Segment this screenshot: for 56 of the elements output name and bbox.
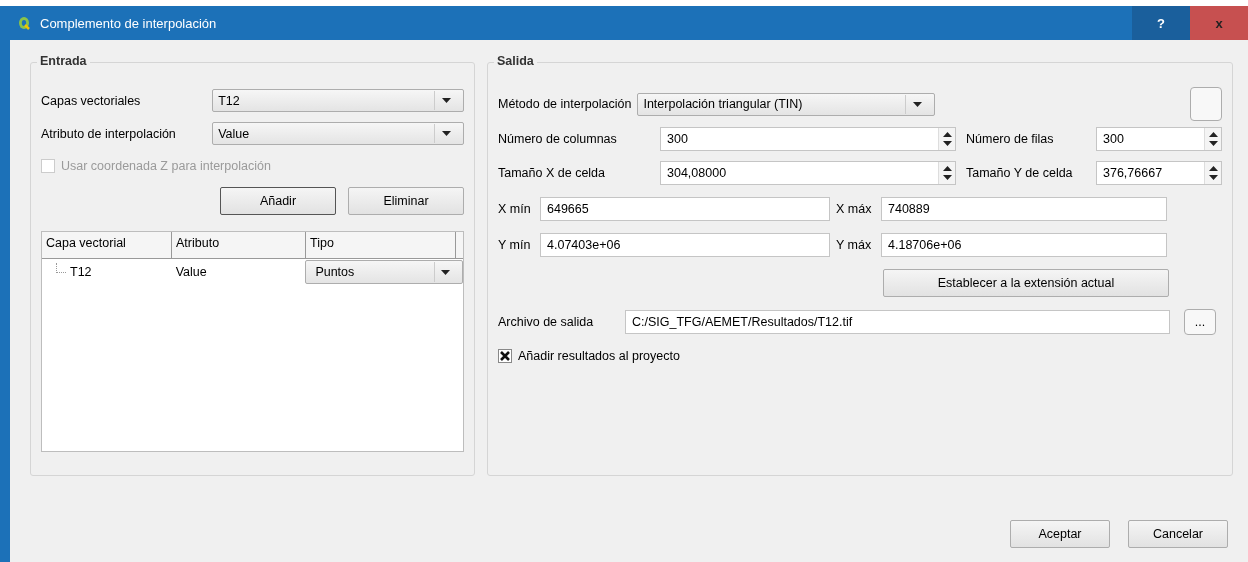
table-cell-text: Value [174, 265, 208, 279]
close-button[interactable]: x [1190, 6, 1248, 40]
field-label: X máx [836, 202, 873, 216]
extent-button[interactable]: Establecer a la extensión actual [883, 269, 1169, 297]
column-header[interactable]: Tipo [306, 232, 456, 258]
cancel-button[interactable]: Cancelar [1128, 520, 1228, 548]
help-button[interactable]: ? [1132, 6, 1190, 40]
spin-arrows-icon [942, 131, 952, 147]
checkbox-label: Usar coordenada Z para interpolación [61, 159, 271, 173]
checkbox[interactable] [498, 349, 512, 363]
dropdown-arrow-icon [441, 131, 451, 136]
layer-dropdown[interactable]: T12 [212, 89, 464, 112]
checkbox-label: Añadir resultados al proyecto [518, 349, 680, 363]
field-label: Atributo de interpolación [41, 126, 177, 141]
remove-button[interactable]: Eliminar [348, 187, 464, 215]
field-label: Número de filas [966, 132, 1055, 146]
column-header[interactable]: Capa vectorial [42, 232, 172, 258]
field-label: Y mín [498, 238, 532, 252]
field-label: Tamaño Y de celda [966, 166, 1074, 180]
spin-box[interactable]: 376,76667 [1096, 161, 1222, 185]
spin-box[interactable]: 300 [1096, 127, 1222, 151]
field-label: Archivo de salida [498, 315, 595, 329]
layer-name: T12 [70, 265, 92, 279]
group-title: Entrada [37, 54, 90, 68]
dropdown-arrow-icon [912, 101, 922, 107]
settings-button[interactable] [1190, 87, 1222, 121]
spin-input[interactable]: 300 [1097, 128, 1204, 150]
input-field[interactable]: 4.07403e+06 [540, 233, 830, 257]
type-dropdown[interactable]: Puntos [305, 260, 463, 284]
column-header[interactable]: Atributo [172, 232, 306, 258]
field-label: Método de interpolación [498, 97, 632, 111]
ok-button[interactable]: Aceptar [1010, 520, 1110, 548]
attribute-dropdown[interactable]: Value [212, 122, 464, 145]
add-button[interactable]: Añadir [220, 187, 336, 215]
field-label: Número de columnas [498, 132, 618, 146]
input-field[interactable]: 740889 [881, 197, 1167, 221]
spin-input[interactable]: 376,76667 [1097, 162, 1204, 184]
input-field[interactable]: 649665 [540, 197, 830, 221]
group-title: Salida [494, 54, 537, 68]
field-label: Y máx [836, 238, 873, 252]
dropdown-arrow-icon [441, 269, 450, 275]
field-label: Tamaño X de celda [498, 166, 606, 180]
input-field[interactable]: 4.18706e+06 [881, 233, 1167, 257]
spin-arrows-icon [1208, 131, 1218, 147]
tree-line [56, 263, 66, 273]
field-label: Capas vectoriales [41, 93, 142, 108]
spin-arrows-icon [942, 165, 952, 181]
file-path-field[interactable]: C:/SIG_TFG/AEMET/Resultados/T12.tif [625, 310, 1170, 334]
cross-mark-icon [500, 351, 510, 361]
field-label: X mín [498, 202, 532, 216]
app-logo-icon [18, 16, 30, 30]
window-title: Complemento de interpolación [40, 15, 218, 31]
dropdown-arrow-icon [441, 98, 451, 103]
spin-arrows-icon [1208, 165, 1218, 181]
browse-button[interactable]: ... [1184, 309, 1216, 335]
method-dropdown[interactable]: Interpolación triangular (TIN) [637, 92, 936, 116]
